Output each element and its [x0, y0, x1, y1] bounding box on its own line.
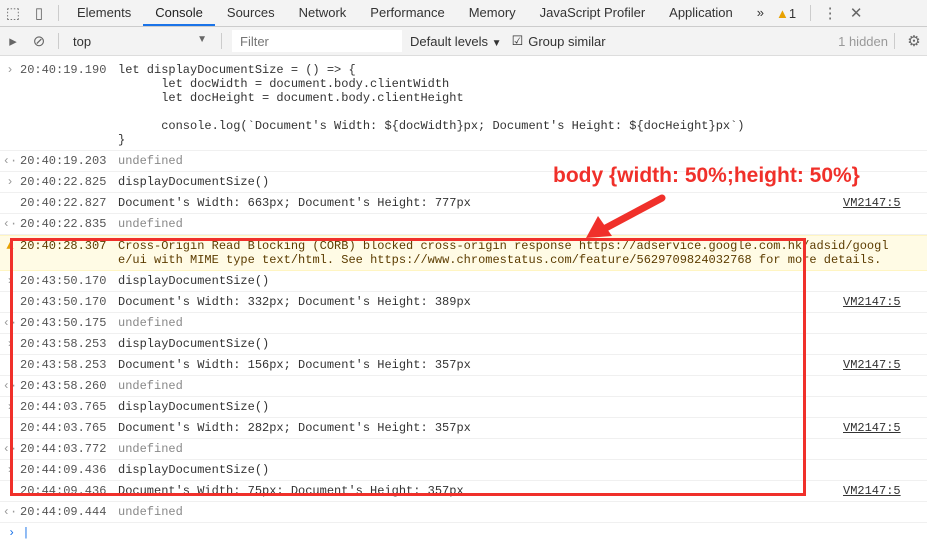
source-link[interactable]: VM2147:5: [843, 358, 927, 372]
code-line: console.log(`Document's Width: ${docWidt…: [118, 119, 745, 133]
annotation-box: [10, 238, 806, 496]
code-line: let displayDocumentSize = () => {: [118, 63, 356, 77]
tab-sources[interactable]: Sources: [215, 0, 287, 26]
warning-count[interactable]: 1: [789, 6, 796, 21]
timestamp: 20:40:22.825: [20, 175, 107, 189]
devtools-tabbar: ⬚ ▯ Elements Console Sources Network Perform…: [0, 0, 927, 27]
divider: [58, 33, 59, 49]
source-link[interactable]: VM2147:5: [843, 295, 927, 309]
console-toolbar: ▸ ⊘ top ▼ Default levels ▼ ☑ Group simila…: [0, 27, 927, 56]
annotation-arrow-icon: [586, 194, 666, 238]
source-link[interactable]: VM2147:5: [843, 484, 927, 498]
annotation-label: body {width: 50%;height: 50%}: [553, 164, 860, 187]
timestamp: 20:40:22.827: [20, 196, 107, 210]
chevron-down-icon: ▼: [197, 33, 207, 45]
code-line: let docHeight = document.body.clientHeig…: [118, 91, 464, 105]
input-chevron-icon: ›: [6, 175, 14, 189]
console-input-code: › 20:40:19.190 let displayDocumentSize =…: [0, 60, 927, 151]
log-message: 20:40:22.827 Document's Width: 663px; Doc…: [0, 193, 927, 214]
code-line: }: [118, 133, 126, 147]
log-levels-dropdown[interactable]: Default levels ▼: [410, 34, 502, 49]
message-text: undefined: [118, 505, 183, 519]
warning-icon[interactable]: ▲: [776, 6, 789, 21]
filter-input[interactable]: [232, 30, 402, 52]
timestamp: 20:40:19.190: [20, 63, 107, 77]
gear-icon[interactable]: ⚙: [901, 32, 927, 50]
message-text: Document's Width: 663px; Document's Heig…: [118, 196, 471, 210]
device-toolbar-icon[interactable]: ▯: [26, 4, 52, 22]
sidebar-toggle-icon[interactable]: ▸: [0, 32, 26, 50]
tab-javascript-profiler[interactable]: JavaScript Profiler: [528, 0, 657, 26]
code-line: let docWidth = document.body.clientWidth: [118, 77, 450, 91]
more-options-icon[interactable]: ⋮: [817, 4, 843, 22]
tab-memory[interactable]: Memory: [457, 0, 528, 26]
divider: [894, 33, 895, 49]
divider: [810, 5, 812, 21]
group-similar-checkbox[interactable]: ☑: [512, 33, 524, 49]
console-prompt[interactable]: › |: [0, 523, 927, 544]
result-arrow-icon: ‹·: [2, 505, 18, 519]
context-selector[interactable]: top ▼: [65, 34, 215, 49]
tab-application[interactable]: Application: [657, 0, 745, 26]
result-arrow-icon: ‹·: [2, 154, 18, 168]
hidden-count: 1 hidden: [838, 33, 888, 49]
more-tabs-icon[interactable]: »: [745, 0, 776, 26]
chevron-down-icon: ▼: [491, 37, 502, 49]
code-block: let displayDocumentSize = () => { let do…: [118, 63, 927, 147]
source-link[interactable]: VM2147:5: [843, 196, 927, 210]
divider: [221, 33, 222, 49]
divider: [58, 5, 59, 21]
tab-network[interactable]: Network: [287, 0, 359, 26]
timestamp: 20:40:19.203: [20, 154, 107, 168]
console-result: ‹· 20:44:09.444 undefined: [0, 502, 927, 523]
timestamp: 20:40:22.835: [20, 217, 107, 231]
console-result: ‹· 20:40:22.835 undefined: [0, 214, 927, 235]
log-gutter: [0, 196, 20, 210]
input-chevron-icon: ›: [6, 63, 14, 77]
clear-console-icon[interactable]: ⊘: [26, 32, 52, 50]
context-value: top: [73, 33, 92, 49]
tab-console[interactable]: Console: [143, 0, 215, 26]
result-arrow-icon: ‹·: [2, 217, 18, 231]
group-similar-label: Group similar: [528, 33, 606, 49]
close-icon[interactable]: ✕: [843, 4, 869, 22]
tab-elements[interactable]: Elements: [65, 0, 143, 26]
tab-performance[interactable]: Performance: [358, 0, 456, 26]
timestamp: 20:44:09.444: [20, 505, 107, 519]
message-text: undefined: [118, 217, 183, 231]
log-levels-label: Default levels: [410, 33, 489, 49]
source-link[interactable]: VM2147:5: [843, 421, 927, 435]
inspect-element-icon[interactable]: ⬚: [0, 4, 26, 22]
